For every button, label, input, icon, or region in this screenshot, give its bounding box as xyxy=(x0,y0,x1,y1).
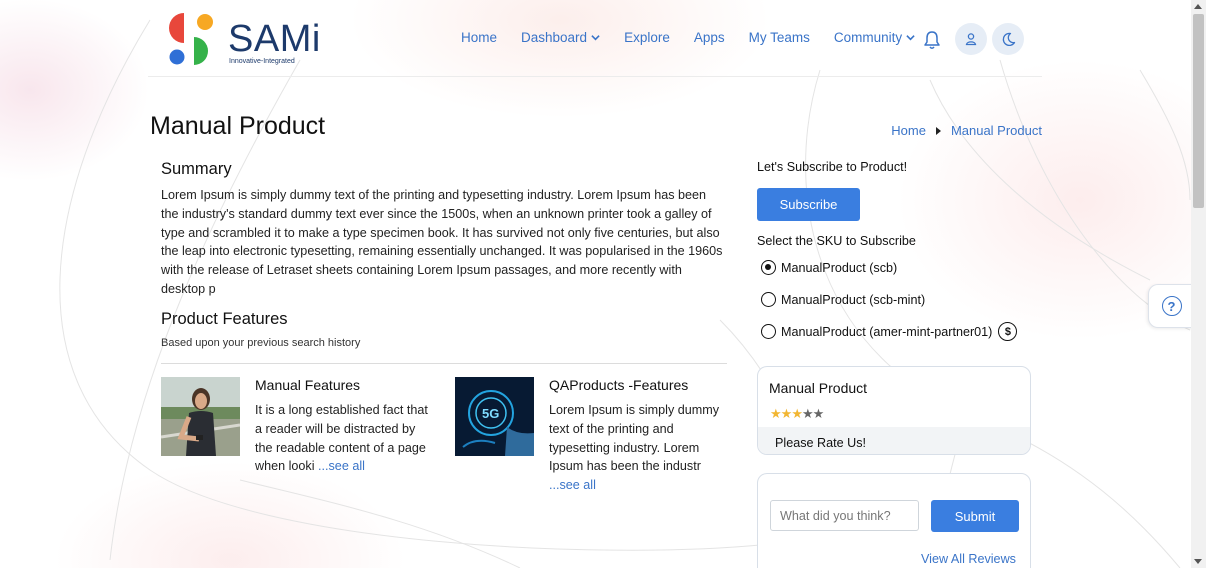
star-empty-icon[interactable]: ★ xyxy=(813,407,825,422)
star-filled-icon[interactable]: ★ xyxy=(770,407,782,422)
top-header: SAMi Innovative-Integrated Home Dashboar… xyxy=(148,0,1042,77)
review-card: Submit View All Reviews xyxy=(757,473,1031,568)
moon-icon xyxy=(1002,32,1015,46)
nav-dashboard[interactable]: Dashboard xyxy=(521,30,600,45)
brand-tagline: Innovative-Integrated xyxy=(229,58,295,65)
nav-my-teams-label: My Teams xyxy=(748,30,810,45)
star-rating[interactable]: ★★★★★ xyxy=(770,407,825,422)
nav-community[interactable]: Community xyxy=(834,30,915,45)
nav-home[interactable]: Home xyxy=(461,30,497,45)
help-button[interactable]: ? xyxy=(1148,284,1194,328)
star-empty-icon[interactable]: ★ xyxy=(802,407,814,422)
user-profile-button[interactable] xyxy=(955,23,987,55)
radio-unselected-icon[interactable] xyxy=(761,324,776,339)
dollar-icon: $ xyxy=(998,322,1018,341)
sami-logo-mark-icon xyxy=(169,13,213,65)
rate-us-text: Please Rate Us! xyxy=(775,436,866,450)
nav-home-label: Home xyxy=(461,30,498,45)
breadcrumb: Home Manual Product xyxy=(891,123,1042,138)
brand-logo[interactable]: SAMi Innovative-Integrated xyxy=(168,12,320,68)
view-all-reviews-link[interactable]: View All Reviews xyxy=(921,552,1016,566)
brand-name: SAMi xyxy=(228,18,321,60)
dark-mode-toggle[interactable] xyxy=(992,23,1024,55)
subscribe-button[interactable]: Subscribe xyxy=(757,188,860,221)
scroll-down-arrow-icon[interactable] xyxy=(1194,559,1202,564)
feature-card-body: Lorem Ipsum is simply dummy text of the … xyxy=(549,403,720,474)
summary-text: Lorem Ipsum is simply dummy text of the … xyxy=(161,188,723,296)
star-filled-icon[interactable]: ★ xyxy=(791,407,803,422)
radio-unselected-icon[interactable] xyxy=(761,292,776,307)
scroll-up-arrow-icon[interactable] xyxy=(1194,4,1202,9)
rating-card: Manual Product ★★★★★ Please Rate Us! xyxy=(757,366,1031,455)
star-filled-icon[interactable]: ★ xyxy=(781,407,793,422)
sku-option-label: ManualProduct (amer-mint-partner01) xyxy=(781,324,993,339)
question-icon: ? xyxy=(1161,296,1182,316)
scrollbar-thumb[interactable] xyxy=(1193,14,1204,208)
submit-button[interactable]: Submit xyxy=(931,500,1019,532)
nav-my-teams[interactable]: My Teams xyxy=(749,30,810,45)
sku-option-label: ManualProduct (scb) xyxy=(781,260,898,275)
breadcrumb-separator-icon xyxy=(935,126,941,135)
nav-apps-label: Apps xyxy=(693,30,725,45)
nav-explore-label: Explore xyxy=(624,30,670,45)
see-all-link[interactable]: ...see all xyxy=(318,459,365,473)
sku-label: Select the SKU to Subscribe xyxy=(757,234,916,248)
feature-card-title: Manual Features xyxy=(255,377,361,393)
see-all-link[interactable]: ...see all xyxy=(549,478,596,492)
breadcrumb-home[interactable]: Home xyxy=(891,123,926,138)
radio-selected-icon[interactable] xyxy=(761,260,776,275)
features-subtitle: Based upon your previous search history xyxy=(161,337,361,349)
sku-option-scb[interactable]: ManualProduct (scb) xyxy=(761,260,897,275)
breadcrumb-current[interactable]: Manual Product xyxy=(951,123,1042,138)
chevron-down-icon xyxy=(906,35,915,41)
feature-card-title: QAProducts -Features xyxy=(549,377,689,393)
chevron-down-icon xyxy=(591,35,600,41)
review-input[interactable] xyxy=(770,500,919,531)
nav-explore[interactable]: Explore xyxy=(624,30,670,45)
nav-dashboard-label: Dashboard xyxy=(521,30,588,45)
feature-card-text: It is a long established fact that a rea… xyxy=(255,401,435,476)
bell-icon[interactable] xyxy=(923,30,941,50)
main-nav: Home Dashboard Explore Apps My Teams Com… xyxy=(461,30,939,45)
vertical-scrollbar[interactable] xyxy=(1191,0,1206,568)
features-heading: Product Features xyxy=(161,310,288,328)
feature-card-text: Lorem Ipsum is simply dummy text of the … xyxy=(549,401,729,495)
svg-text:5G: 5G xyxy=(482,406,499,421)
rating-title: Manual Product xyxy=(769,380,868,396)
sku-option-scb-mint[interactable]: ManualProduct (scb-mint) xyxy=(761,292,925,307)
summary-heading: Summary xyxy=(161,160,232,178)
subscribe-prompt: Let's Subscribe to Product! xyxy=(757,160,908,174)
feature-thumbnail-image[interactable] xyxy=(161,377,240,456)
page-title: Manual Product xyxy=(150,112,326,140)
sku-option-amer-mint-partner01[interactable]: ManualProduct (amer-mint-partner01) $ xyxy=(761,322,1018,341)
nav-community-label: Community xyxy=(833,30,903,45)
nav-apps[interactable]: Apps xyxy=(694,30,725,45)
rating-footer: Please Rate Us! xyxy=(758,427,1030,454)
user-icon xyxy=(965,33,977,46)
feature-thumbnail-image[interactable]: 5G xyxy=(455,377,534,456)
sku-option-label: ManualProduct (scb-mint) xyxy=(781,292,926,307)
divider xyxy=(161,363,727,364)
